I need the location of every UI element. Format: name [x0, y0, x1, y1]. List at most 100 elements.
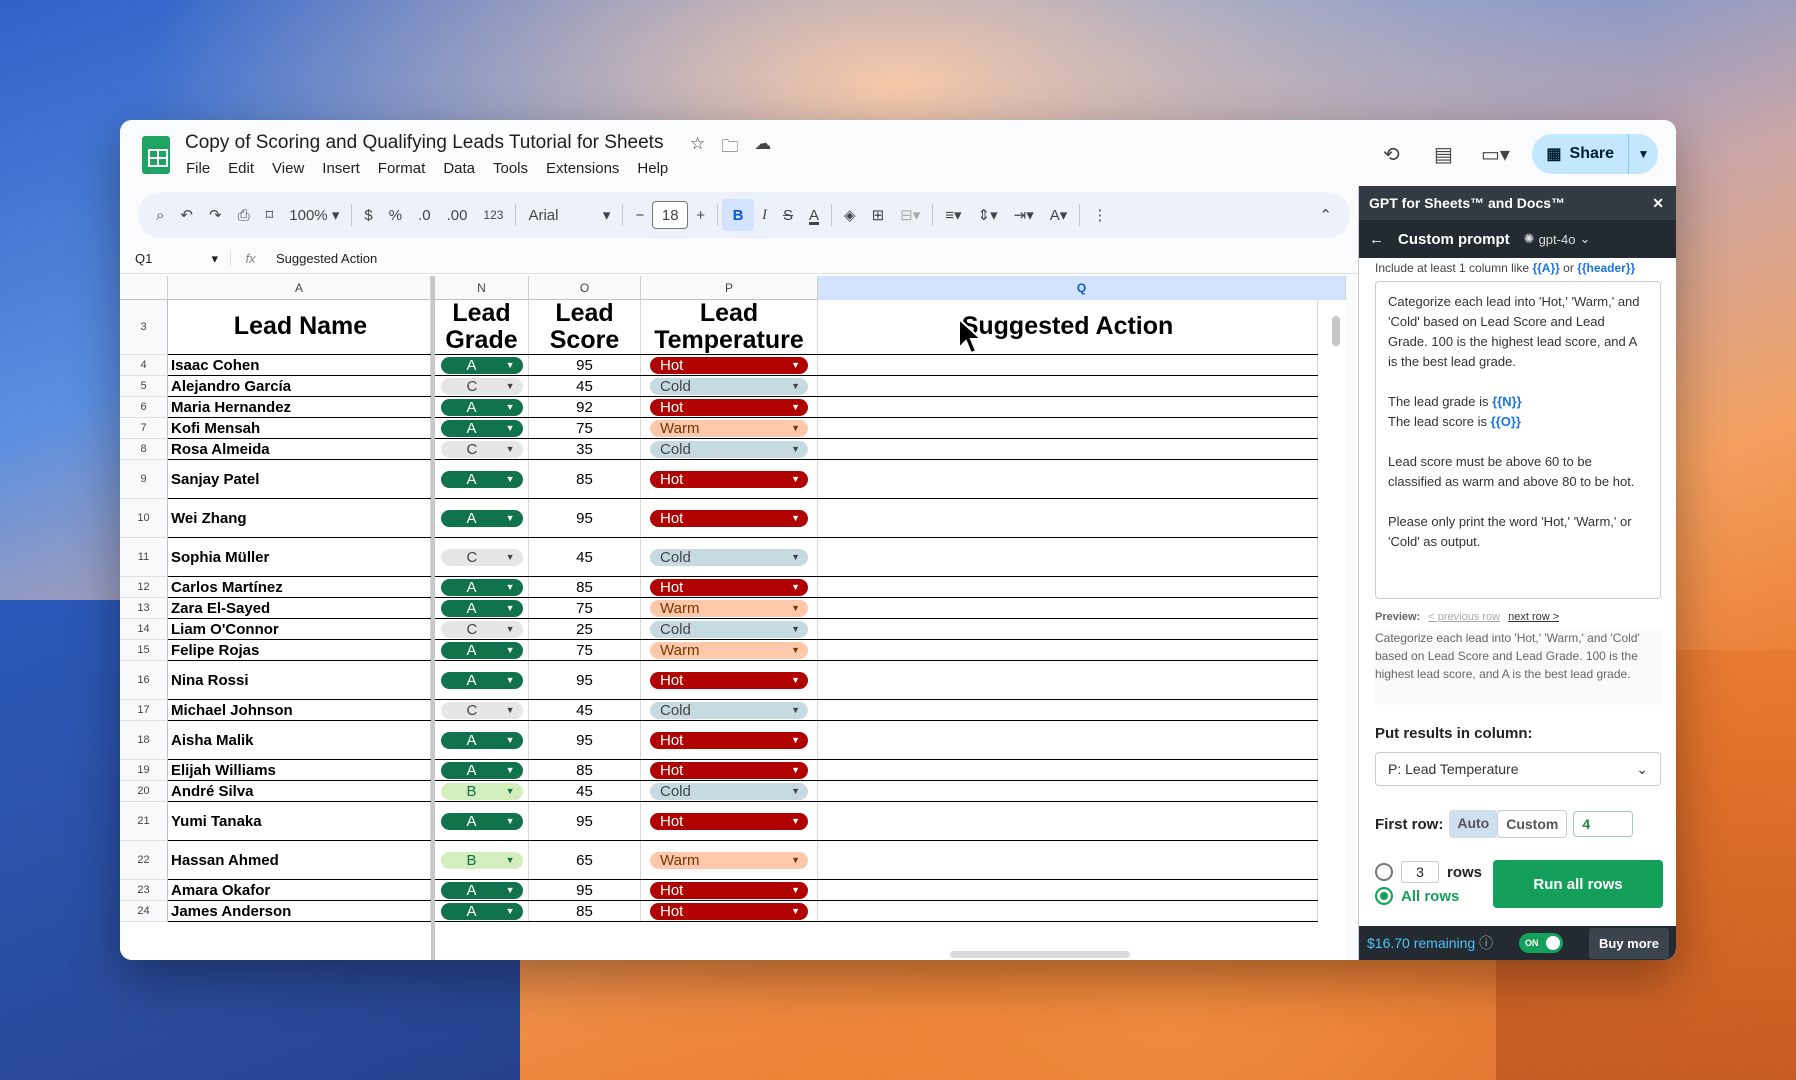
suggested-action-cell[interactable]: [818, 760, 1318, 780]
row-header[interactable]: 15: [120, 640, 168, 661]
lead-grade-cell[interactable]: B ▼: [435, 781, 529, 801]
lead-temperature-cell[interactable]: Warm ▼: [641, 598, 818, 618]
column-header-p[interactable]: P: [641, 276, 818, 300]
grade-dropdown-chip[interactable]: B ▼: [440, 782, 523, 800]
comments-icon[interactable]: ▤: [1428, 139, 1458, 169]
lead-name-cell[interactable]: Amara Okafor: [168, 880, 431, 900]
row-header[interactable]: 12: [120, 577, 168, 598]
lead-name-cell[interactable]: Maria Hernandez: [168, 397, 431, 417]
column-header-o[interactable]: O: [529, 276, 641, 300]
suggested-action-cell[interactable]: [818, 418, 1318, 438]
lead-grade-cell[interactable]: A ▼: [435, 355, 529, 375]
font-size-input[interactable]: 18: [652, 201, 689, 229]
corner-select-all[interactable]: [120, 276, 168, 300]
back-arrow-icon[interactable]: ←: [1369, 231, 1384, 248]
lead-name-cell[interactable]: Alejandro García: [168, 376, 431, 396]
suggested-action-cell[interactable]: [818, 721, 1318, 759]
lead-temperature-cell[interactable]: Cold ▼: [641, 781, 818, 801]
horizontal-scrollbar[interactable]: [950, 951, 1130, 958]
temperature-dropdown-chip[interactable]: Hot ▼: [650, 812, 808, 830]
grade-dropdown-chip[interactable]: A ▼: [440, 641, 523, 659]
menu-view[interactable]: View: [272, 160, 313, 177]
close-icon[interactable]: ✕: [1652, 195, 1664, 212]
meet-icon[interactable]: ▭▾: [1480, 139, 1510, 169]
radio-unchecked[interactable]: [1375, 863, 1393, 881]
decrease-font-size-button[interactable]: −: [627, 199, 652, 231]
temperature-dropdown-chip[interactable]: Hot ▼: [650, 356, 808, 374]
menu-data[interactable]: Data: [443, 160, 484, 177]
row-header[interactable]: 7: [120, 418, 168, 439]
search-menus-icon[interactable]: ⌕: [148, 199, 172, 231]
lead-temperature-cell[interactable]: Hot ▼: [641, 802, 818, 840]
lead-name-cell[interactable]: Liam O'Connor: [168, 619, 431, 639]
lead-score-cell[interactable]: 95: [529, 721, 641, 759]
increase-decimal-button[interactable]: .00: [439, 199, 476, 231]
temperature-dropdown-chip[interactable]: Warm ▼: [650, 851, 808, 869]
lead-temperature-cell[interactable]: Warm ▼: [641, 640, 818, 660]
auto-recharge-toggle[interactable]: ON: [1519, 933, 1564, 953]
lead-score-cell[interactable]: 92: [529, 397, 641, 417]
suggested-action-cell[interactable]: [818, 661, 1318, 699]
lead-grade-cell[interactable]: A ▼: [435, 640, 529, 660]
lead-grade-cell[interactable]: A ▼: [435, 721, 529, 759]
lead-grade-cell[interactable]: A ▼: [435, 499, 529, 537]
lead-temperature-cell[interactable]: Hot ▼: [641, 355, 818, 375]
lead-score-cell[interactable]: 45: [529, 700, 641, 720]
results-column-select[interactable]: P: Lead Temperature ⌄: [1375, 752, 1661, 786]
lead-score-cell[interactable]: 45: [529, 781, 641, 801]
suggested-action-header[interactable]: Suggested Action: [818, 300, 1318, 354]
temperature-dropdown-chip[interactable]: Cold ▼: [650, 440, 808, 458]
grade-dropdown-chip[interactable]: A ▼: [440, 881, 523, 899]
lead-grade-cell[interactable]: A ▼: [435, 598, 529, 618]
suggested-action-cell[interactable]: [818, 355, 1318, 375]
sheets-logo-icon[interactable]: [142, 136, 170, 174]
row-header[interactable]: 22: [120, 841, 168, 880]
cloud-status-icon[interactable]: ☁: [754, 134, 771, 163]
lead-score-header[interactable]: Lead Score: [529, 299, 641, 354]
buy-more-button[interactable]: Buy more: [1589, 927, 1669, 959]
lead-temperature-cell[interactable]: Warm ▼: [641, 418, 818, 438]
temperature-dropdown-chip[interactable]: Hot ▼: [650, 470, 808, 488]
suggested-action-cell[interactable]: [818, 901, 1318, 921]
lead-score-cell[interactable]: 45: [529, 538, 641, 576]
temperature-dropdown-chip[interactable]: Hot ▼: [650, 671, 808, 689]
share-button[interactable]: ▦ Share ▼: [1532, 134, 1658, 174]
grade-dropdown-chip[interactable]: A ▼: [440, 731, 523, 749]
lead-temperature-header[interactable]: Lead Temperature: [641, 299, 818, 354]
grade-dropdown-chip[interactable]: A ▼: [440, 761, 523, 779]
number-format-button[interactable]: 123: [475, 199, 511, 231]
temperature-dropdown-chip[interactable]: Warm ▼: [650, 599, 808, 617]
share-dropdown-icon[interactable]: ▼: [1628, 134, 1658, 174]
temperature-dropdown-chip[interactable]: Hot ▼: [650, 902, 808, 920]
redo-icon[interactable]: ↷: [201, 199, 230, 231]
vertical-scrollbar[interactable]: [1332, 316, 1340, 346]
lead-grade-cell[interactable]: A ▼: [435, 760, 529, 780]
lead-temperature-cell[interactable]: Hot ▼: [641, 577, 818, 597]
row-header[interactable]: 13: [120, 598, 168, 619]
temperature-dropdown-chip[interactable]: Hot ▼: [650, 398, 808, 416]
lead-score-cell[interactable]: 85: [529, 577, 641, 597]
lead-grade-cell[interactable]: C ▼: [435, 376, 529, 396]
lead-grade-cell[interactable]: A ▼: [435, 901, 529, 921]
lead-name-cell[interactable]: Elijah Williams: [168, 760, 431, 780]
row-header[interactable]: 20: [120, 781, 168, 802]
grade-dropdown-chip[interactable]: C ▼: [440, 620, 523, 638]
lead-grade-cell[interactable]: A ▼: [435, 661, 529, 699]
grade-dropdown-chip[interactable]: A ▼: [440, 812, 523, 830]
row-header[interactable]: 11: [120, 538, 168, 577]
lead-score-cell[interactable]: 95: [529, 661, 641, 699]
suggested-action-cell[interactable]: [818, 598, 1318, 618]
undo-icon[interactable]: ↶: [172, 199, 201, 231]
grade-dropdown-chip[interactable]: A ▼: [440, 671, 523, 689]
suggested-action-cell[interactable]: [818, 880, 1318, 900]
model-select[interactable]: ✺ gpt-4o ⌄: [1524, 231, 1591, 247]
temperature-dropdown-chip[interactable]: Warm ▼: [650, 641, 808, 659]
lead-grade-cell[interactable]: A ▼: [435, 880, 529, 900]
lead-name-header[interactable]: Lead Name: [168, 300, 431, 354]
grade-dropdown-chip[interactable]: C ▼: [440, 440, 523, 458]
star-icon[interactable]: ☆: [690, 134, 705, 163]
increase-font-size-button[interactable]: +: [688, 199, 713, 231]
grade-dropdown-chip[interactable]: A ▼: [440, 470, 523, 488]
text-color-button[interactable]: A: [801, 199, 827, 231]
menu-tools[interactable]: Tools: [493, 160, 537, 177]
